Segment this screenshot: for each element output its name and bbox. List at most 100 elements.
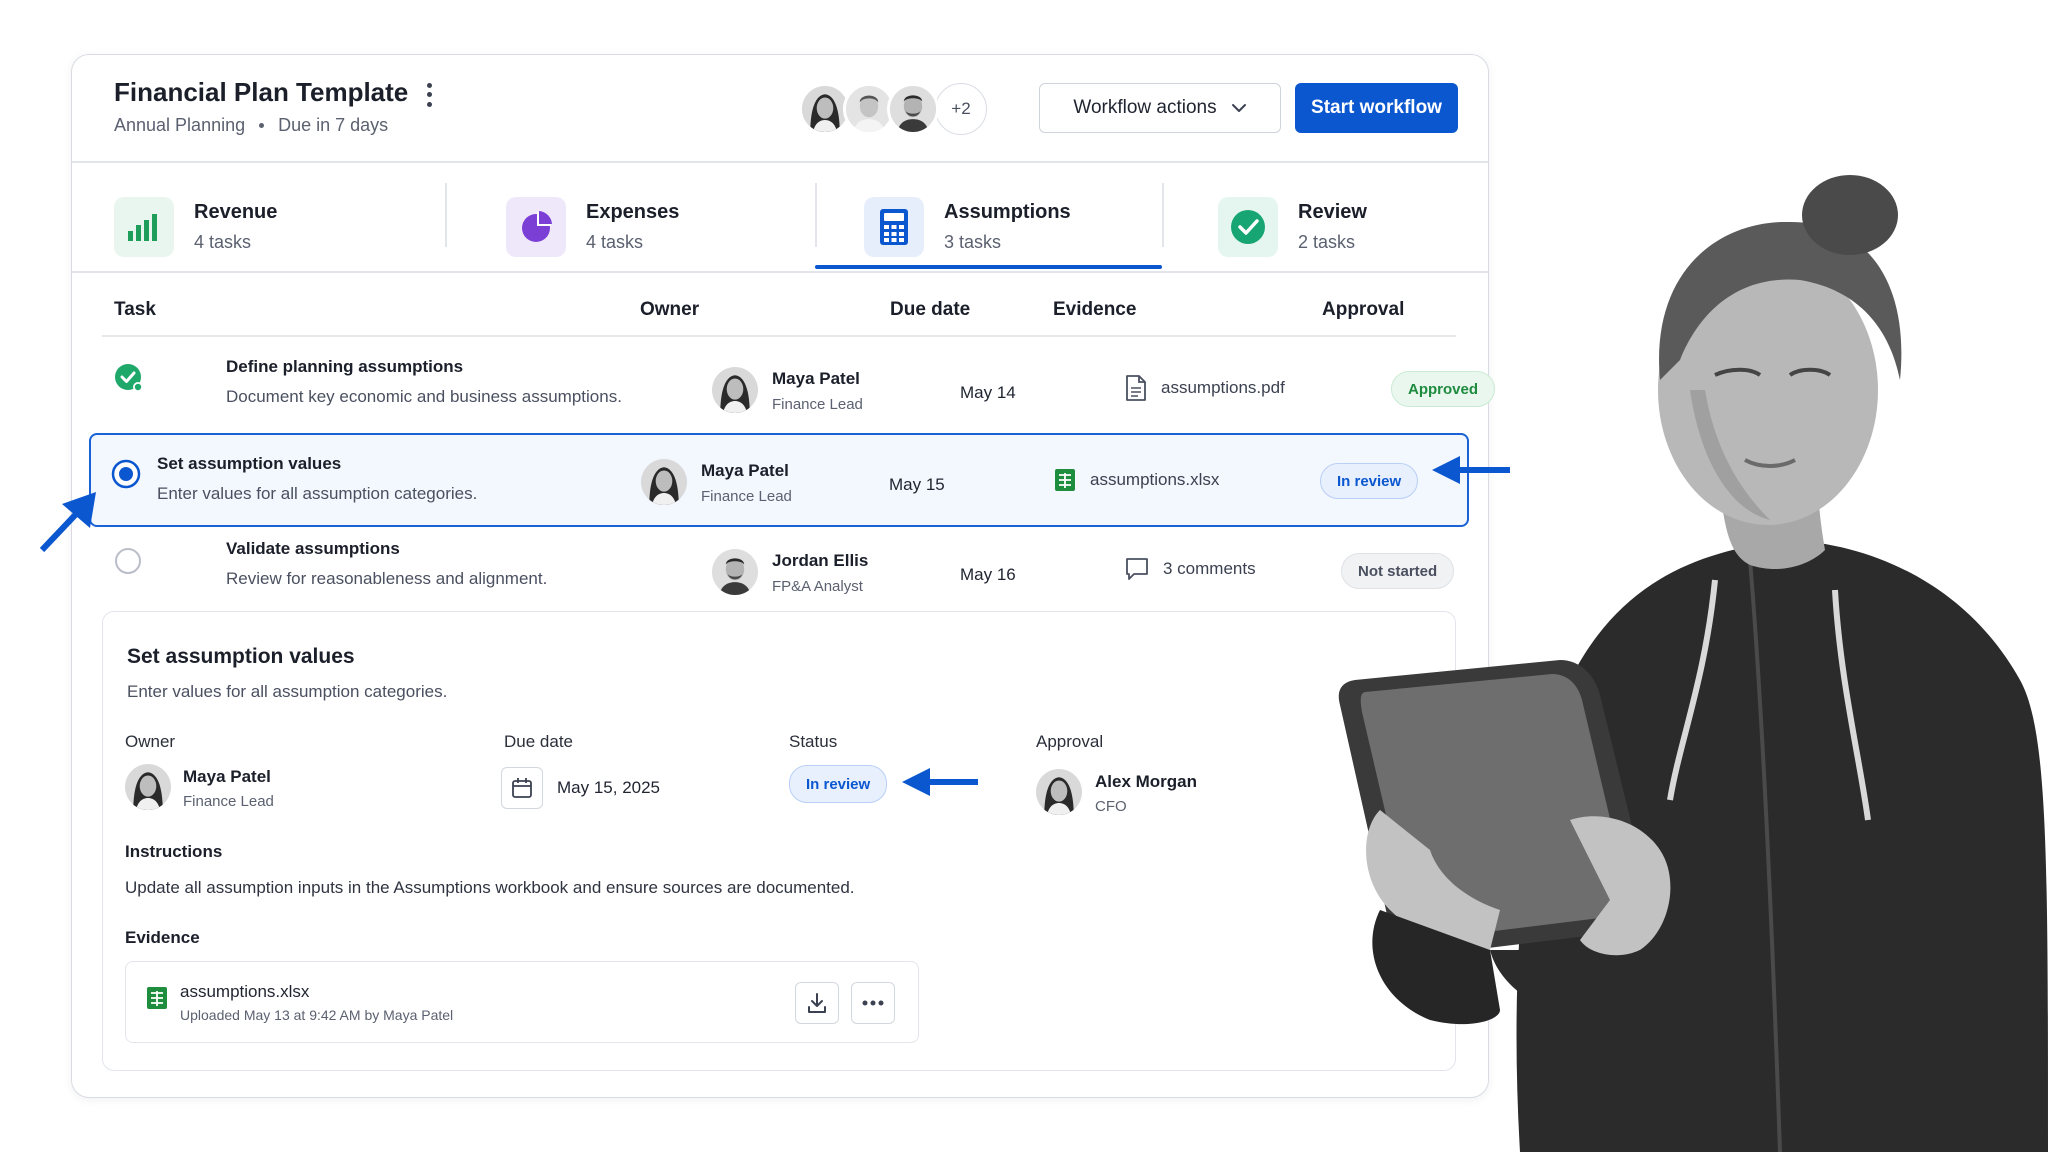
task-description: Document key economic and business assum… (226, 387, 622, 406)
comments-link[interactable]: 3 comments (1125, 557, 1256, 581)
file-more-button[interactable] (851, 982, 895, 1024)
column-header-owner: Owner (640, 299, 700, 320)
task-description: Enter values for all assumption categori… (157, 484, 478, 503)
evidence-link[interactable]: assumptions.xlsx (1054, 468, 1219, 492)
table-row[interactable]: Define planning assumptions Document key… (92, 345, 1496, 435)
owner-role: FP&A Analyst (772, 578, 863, 595)
radio-selected-icon[interactable] (111, 459, 141, 489)
column-header-due-date: Due date (890, 299, 971, 320)
status-badge[interactable]: In review (789, 765, 888, 803)
page-subtitle: Annual Planning Due in 7 days (114, 115, 388, 136)
avatar (125, 764, 171, 810)
task-title[interactable]: Set assumption values (157, 454, 341, 474)
file-upload-info: Uploaded May 13 at 9:42 AM by Maya Patel (180, 1007, 454, 1023)
evidence-filename: assumptions.xlsx (1090, 470, 1220, 489)
owner-role: Finance Lead (183, 793, 274, 810)
completed-check-icon[interactable] (114, 363, 143, 392)
spreadsheet-icon (147, 987, 167, 1009)
more-options-icon[interactable] (422, 81, 436, 109)
download-icon (808, 993, 826, 1013)
owner-label: Owner (125, 732, 176, 751)
separator-dot (259, 123, 265, 128)
bar-chart-icon (114, 197, 174, 257)
approver-name: Alex Morgan (1095, 772, 1198, 791)
tab-assumptions[interactable]: Assumptions 3 tasks (864, 187, 1071, 267)
approval-label: Approval (1036, 732, 1104, 751)
task-title[interactable]: Validate assumptions (226, 539, 400, 559)
project-name: Annual Planning (114, 115, 246, 135)
tab-label: Assumptions (944, 201, 1071, 223)
tab-separator (445, 183, 447, 247)
tab-separator (815, 183, 817, 247)
avatar (1036, 769, 1082, 815)
instructions-label: Instructions (125, 842, 223, 861)
due-date-value[interactable]: May 15, 2025 (557, 778, 660, 798)
instructions-text: Update all assumption inputs in the Assu… (125, 878, 855, 897)
more-collaborators-badge[interactable]: +2 (935, 83, 987, 135)
due-date-label: Due date (504, 732, 573, 751)
evidence-link[interactable]: assumptions.pdf (1125, 375, 1285, 401)
owner-name: Maya Patel (701, 461, 789, 480)
comment-count: 3 comments (1163, 559, 1256, 578)
check-circle-icon (1218, 197, 1278, 257)
workflow-actions-label: Workflow actions (1073, 97, 1217, 118)
due-date: May 14 (960, 383, 1016, 402)
more-horizontal-icon (862, 1000, 884, 1006)
tab-label: Expenses (586, 201, 680, 223)
tab-count: 4 tasks (194, 232, 252, 252)
spreadsheet-icon (1055, 469, 1075, 491)
owner-role: Finance Lead (701, 488, 792, 505)
chevron-down-icon (1231, 104, 1246, 112)
column-header-evidence: Evidence (1053, 299, 1137, 320)
header-divider (72, 161, 1488, 163)
avatar[interactable] (887, 83, 939, 135)
callout-arrow-icon (39, 492, 96, 553)
owner-name: Jordan Ellis (772, 551, 869, 570)
tab-label: Revenue (194, 201, 278, 223)
document-icon (1126, 375, 1146, 401)
workflow-card: Financial Plan Template Annual Planning … (71, 54, 1496, 1098)
calendar-icon[interactable] (501, 767, 543, 809)
due-summary: Due in 7 days (278, 115, 389, 135)
workflow-actions-dropdown[interactable]: Workflow actions (1039, 83, 1281, 133)
detail-title: Set assumption values (127, 645, 355, 668)
owner-name: Maya Patel (772, 369, 860, 388)
table-row[interactable]: Validate assumptions Review for reasonab… (92, 527, 1464, 617)
column-header-task: Task (114, 299, 156, 320)
due-date: May 15 (889, 475, 945, 494)
active-tab-indicator (815, 265, 1162, 269)
comment-icon (1126, 558, 1148, 580)
owner-name: Maya Patel (183, 767, 271, 786)
download-button[interactable] (795, 982, 839, 1024)
detail-description: Enter values for all assumption categori… (127, 682, 448, 701)
owner-role: Finance Lead (772, 396, 863, 413)
task-description: Review for reasonableness and alignment. (226, 569, 548, 588)
due-date: May 16 (960, 565, 1016, 584)
start-workflow-button[interactable]: Start workflow (1295, 83, 1458, 133)
table-divider (102, 335, 1456, 337)
tab-count: 4 tasks (586, 232, 644, 252)
avatar (712, 549, 758, 595)
collaborator-avatars[interactable]: +2 (799, 83, 987, 135)
avatar (641, 459, 687, 505)
callout-arrow-icon (902, 768, 978, 796)
file-name[interactable]: assumptions.xlsx (180, 982, 309, 1002)
evidence-file-card[interactable]: assumptions.xlsx Uploaded May 13 at 9:42… (125, 961, 919, 1043)
tab-expenses[interactable]: Expenses 4 tasks (506, 187, 679, 267)
approver-role: CFO (1095, 798, 1127, 815)
evidence-filename: assumptions.pdf (1161, 378, 1285, 397)
avatar (712, 367, 758, 413)
status-label: Status (789, 732, 838, 751)
page-title: Financial Plan Template (114, 77, 409, 107)
task-title[interactable]: Define planning assumptions (226, 357, 463, 377)
tab-count: 3 tasks (944, 232, 1002, 252)
tab-revenue[interactable]: Revenue 4 tasks (114, 187, 277, 267)
calculator-icon (864, 197, 924, 257)
radio-empty-icon[interactable] (114, 547, 142, 575)
tab-separator (1162, 183, 1164, 247)
tabs-divider (72, 271, 1488, 273)
person-with-tablet-image (1338, 175, 2048, 1152)
evidence-label: Evidence (125, 928, 200, 947)
task-detail-panel: Set assumption values Enter values for a… (102, 611, 1456, 1071)
table-row-selected[interactable]: Set assumption values Enter values for a… (89, 433, 1469, 527)
